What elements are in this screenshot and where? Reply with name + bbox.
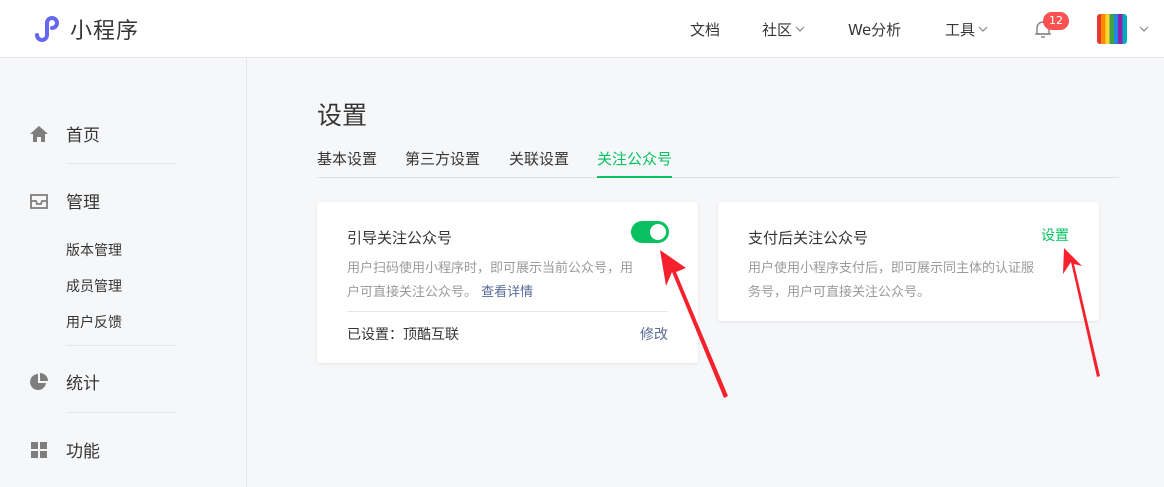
pie-chart-icon — [30, 372, 48, 390]
notification-badge: 12 — [1043, 12, 1069, 30]
logo[interactable]: 小程序 — [30, 13, 139, 45]
nav-we-analysis[interactable]: We分析 — [848, 19, 901, 40]
divider — [66, 345, 176, 346]
sidebar-item-label: 统计 — [66, 374, 100, 394]
view-details-link[interactable]: 查看详情 — [481, 285, 533, 300]
nav-tools-label: 工具 — [945, 20, 976, 39]
guide-follow-toggle[interactable] — [631, 221, 669, 243]
tab-link-settings[interactable]: 关联设置 — [509, 148, 569, 178]
tab-basic-settings[interactable]: 基本设置 — [317, 148, 377, 178]
edit-link[interactable]: 修改 — [640, 324, 668, 344]
desc-line: 务号，用户可直接关注公众号。 — [748, 285, 931, 300]
card-description: 用户使用小程序支付后，即可展示同主体的认证服 务号，用户可直接关注公众号。 — [748, 257, 1078, 305]
desc-line-text: 户可直接关注公众号。 — [347, 285, 478, 300]
nav-tools[interactable]: 工具 — [945, 19, 988, 40]
desc-line: 用户扫码使用小程序时，即可展示当前公众号，用 — [347, 261, 634, 276]
sidebar-item-label: 首页 — [66, 126, 100, 146]
divider — [66, 163, 176, 164]
tab-follow-official-account[interactable]: 关注公众号 — [597, 148, 673, 178]
chevron-down-icon — [978, 26, 988, 32]
chevron-down-icon[interactable] — [1139, 26, 1149, 32]
desc-line: 用户使用小程序支付后，即可展示同主体的认证服 — [748, 261, 1035, 276]
chevron-down-icon — [795, 26, 805, 32]
set-link[interactable]: 设置 — [1041, 225, 1069, 245]
grid-icon — [31, 441, 47, 458]
sidebar-item-stats[interactable]: 统计 — [28, 369, 100, 394]
divider — [66, 412, 176, 413]
card-guide-follow: 引导关注公众号 用户扫码使用小程序时，即可展示当前公众号，用 户可直接关注公众号… — [317, 202, 698, 363]
status-label: 已设置：顶酷互联 — [347, 327, 459, 343]
tab-bar: 基本设置 第三方设置 关联设置 关注公众号 — [317, 148, 1119, 178]
sidebar-item-label: 功能 — [66, 442, 100, 462]
mini-program-logo-icon — [35, 16, 59, 42]
nav-community-label: 社区 — [762, 20, 793, 39]
nav-community[interactable]: 社区 — [762, 19, 805, 40]
sidebar-sub-version[interactable]: 版本管理 — [66, 240, 122, 260]
card-description: 用户扫码使用小程序时，即可展示当前公众号，用 户可直接关注公众号。 查看详情 — [347, 257, 677, 305]
nav-docs[interactable]: 文档 — [690, 19, 720, 40]
page-title: 设置 — [317, 101, 368, 130]
home-icon — [30, 125, 48, 142]
top-header: 小程序 文档 社区 We分析 工具 12 — [0, 0, 1164, 58]
logo-text: 小程序 — [70, 19, 140, 44]
inbox-icon — [30, 193, 48, 209]
card-title: 引导关注公众号 — [347, 229, 453, 247]
divider — [347, 311, 668, 312]
sidebar-item-functions[interactable]: 功能 — [28, 437, 100, 462]
card-title: 支付后关注公众号 — [748, 229, 869, 247]
sidebar-item-home[interactable]: 首页 — [28, 121, 100, 146]
sidebar-sub-members[interactable]: 成员管理 — [66, 276, 122, 296]
sidebar-item-manage[interactable]: 管理 — [28, 188, 100, 213]
sidebar-item-label: 管理 — [66, 193, 100, 213]
card-pay-follow: 支付后关注公众号 设置 用户使用小程序支付后，即可展示同主体的认证服 务号，用户… — [718, 202, 1099, 321]
desc-line: 户可直接关注公众号。 查看详情 — [347, 281, 677, 305]
avatar[interactable] — [1097, 14, 1127, 44]
toggle-knob — [650, 224, 666, 240]
tab-third-party-settings[interactable]: 第三方设置 — [405, 148, 480, 178]
sidebar-sub-feedback[interactable]: 用户反馈 — [66, 312, 122, 332]
